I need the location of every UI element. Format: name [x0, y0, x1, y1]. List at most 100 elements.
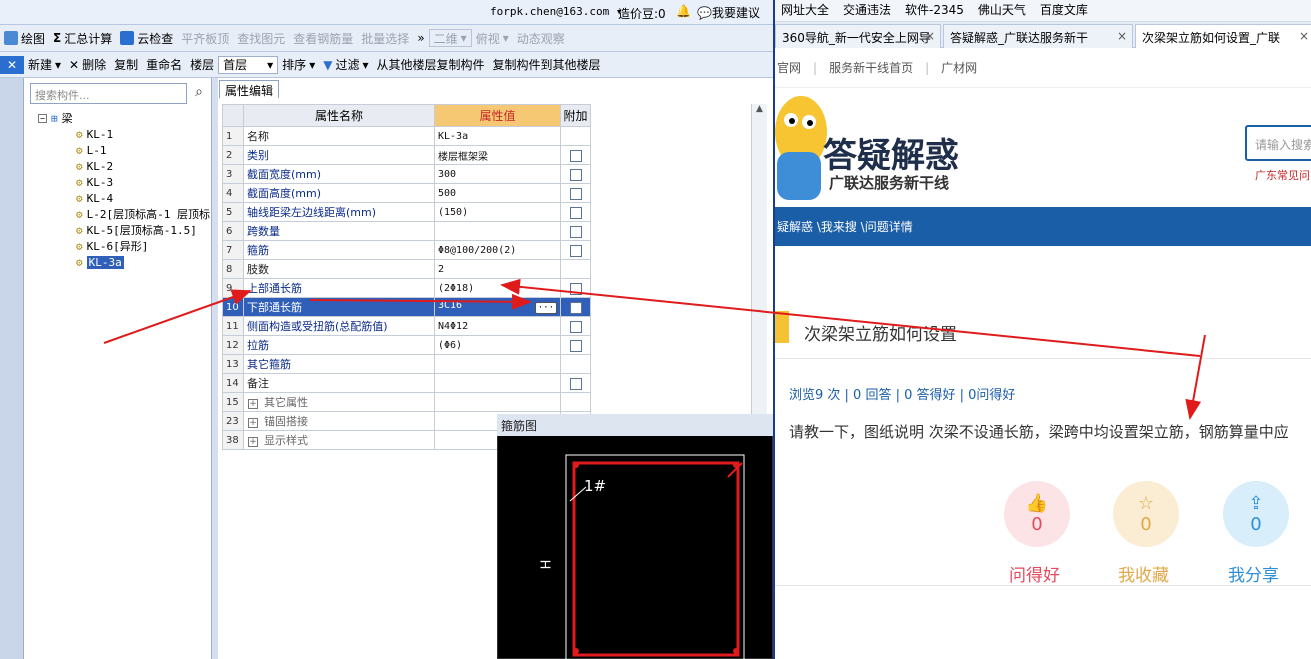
batch-button[interactable]: 批量选择	[357, 27, 413, 49]
property-row[interactable]: 8 肢数 2	[222, 259, 591, 279]
property-row[interactable]: 4 截面高度(mm) 500	[222, 183, 591, 203]
view2d-dropdown[interactable]: 二维 ▾	[428, 29, 472, 47]
property-row[interactable]: 14 备注	[222, 373, 591, 393]
expand-icon[interactable]: +	[248, 437, 258, 447]
collapse-icon[interactable]: −	[38, 113, 47, 123]
tab-property-edit[interactable]: 属性编辑	[219, 80, 279, 98]
extra-checkbox[interactable]	[569, 320, 582, 333]
draw-button[interactable]: 绘图	[0, 27, 49, 49]
sort-button[interactable]: 排序 ▾	[278, 54, 319, 76]
filter-button[interactable]: ▼ 过滤 ▾	[319, 54, 372, 76]
property-value-cell[interactable]: Φ8@100/200(2)	[434, 240, 561, 260]
nav-service[interactable]: 服务新干线首页	[829, 59, 913, 76]
find-button[interactable]: 查找图元	[233, 27, 289, 49]
more-icon[interactable]: »	[413, 27, 428, 49]
close-icon[interactable]: ×	[1117, 29, 1127, 43]
new-button[interactable]: 新建 ▾	[24, 54, 65, 76]
site-search-input[interactable]: 请输入搜索	[1245, 125, 1311, 161]
like-button[interactable]: 👍 0	[1004, 481, 1070, 547]
property-row[interactable]: 13 其它箍筋	[222, 354, 591, 374]
close-icon[interactable]: ×	[1299, 29, 1309, 43]
property-row[interactable]: 2 类别 楼层框架梁	[222, 145, 591, 165]
extra-checkbox[interactable]	[569, 244, 582, 257]
property-row[interactable]: 6 跨数量	[222, 221, 591, 241]
property-value-cell[interactable]	[434, 392, 561, 412]
property-row[interactable]: 15 + 其它属性	[222, 392, 591, 412]
extra-checkbox[interactable]	[569, 187, 582, 200]
bookmark-item[interactable]: 交通违法	[843, 1, 891, 18]
browser-tab[interactable]: 360导航_新一代安全上网导 ×	[775, 24, 941, 48]
delete-button[interactable]: ✕ 删除	[65, 54, 110, 76]
extra-checkbox[interactable]	[569, 168, 582, 181]
tree-item[interactable]: ⚙ L-1	[38, 142, 210, 158]
suggest-link[interactable]: 💬我要建议	[697, 4, 760, 21]
bookmark-item[interactable]: 软件-2345	[905, 1, 964, 18]
copy-from-button[interactable]: 从其他楼层复制构件	[373, 54, 489, 76]
property-value-cell[interactable]: 500	[434, 183, 561, 203]
floor-select[interactable]: 首层 ▾	[218, 55, 279, 74]
favorite-button[interactable]: ☆ 0	[1113, 481, 1179, 547]
property-value-cell[interactable]	[434, 373, 561, 393]
tree-item[interactable]: ⚙ KL-6[异形]	[38, 238, 210, 254]
tree-item[interactable]: ⚙ KL-1	[38, 126, 210, 142]
extra-checkbox[interactable]	[569, 301, 582, 314]
top-view-button[interactable]: 俯视 ▾	[472, 27, 513, 49]
sum-button[interactable]: Σ 汇总计算	[49, 27, 116, 49]
extra-checkbox[interactable]	[569, 225, 582, 238]
property-value-cell[interactable]: (2Φ18)	[434, 278, 561, 298]
property-value-cell[interactable]: KL-3a	[434, 126, 561, 146]
tree-item[interactable]: ⚙ L-2[层顶标高-1 层顶标	[38, 206, 210, 222]
region-link[interactable]: 广东常见问	[1255, 167, 1310, 183]
extra-checkbox[interactable]	[569, 206, 582, 219]
browser-tab[interactable]: 答疑解惑_广联达服务新干 ×	[943, 24, 1133, 48]
tree-item[interactable]: ⚙ KL-5[层顶标高-1.5]	[38, 222, 210, 238]
property-value-cell[interactable]: 300	[434, 164, 561, 184]
property-value-cell[interactable]	[434, 354, 561, 374]
property-row[interactable]: 3 截面宽度(mm) 300	[222, 164, 591, 184]
extra-checkbox[interactable]	[569, 149, 582, 162]
expand-icon[interactable]: +	[248, 399, 258, 409]
property-value-cell[interactable]	[434, 221, 561, 241]
vertical-scrollbar[interactable]: ▲	[751, 104, 767, 414]
property-value-cell[interactable]: N4Φ12	[434, 316, 561, 336]
ellipsis-button[interactable]: ···	[534, 302, 557, 314]
extra-checkbox[interactable]	[569, 377, 582, 390]
tree-item[interactable]: ⚙ KL-3	[38, 174, 210, 190]
property-row[interactable]: 12 拉筋 (Φ6)	[222, 335, 591, 355]
property-row[interactable]: 1 名称 KL-3a	[222, 126, 591, 146]
close-icon[interactable]: ×	[925, 29, 935, 43]
property-value-cell[interactable]: (Φ6)	[434, 335, 561, 355]
browser-tab[interactable]: 次梁架立筋如何设置_广联 ×	[1135, 24, 1311, 48]
extra-checkbox[interactable]	[569, 339, 582, 352]
close-panel-icon[interactable]: ✕	[0, 55, 24, 74]
bookmark-item[interactable]: 百度文库	[1040, 1, 1088, 18]
level-button[interactable]: 平齐板顶	[177, 27, 233, 49]
property-row[interactable]: 9 上部通长筋 (2Φ18)	[222, 278, 591, 298]
property-row[interactable]: 7 箍筋 Φ8@100/200(2)	[222, 240, 591, 260]
expand-icon[interactable]: +	[248, 418, 258, 428]
tree-item[interactable]: ⚙ KL-4	[38, 190, 210, 206]
property-value-cell[interactable]: 3C16 ···	[434, 297, 561, 317]
property-value-cell[interactable]: 楼层框架梁	[434, 145, 561, 165]
share-button[interactable]: ⇪ 0	[1223, 481, 1289, 547]
copy-to-button[interactable]: 复制构件到其他楼层	[489, 54, 605, 76]
extra-checkbox[interactable]	[569, 282, 582, 295]
tree-item[interactable]: ⚙ KL-3a	[38, 254, 210, 270]
tree-item[interactable]: ⚙ KL-2	[38, 158, 210, 174]
bookmark-item[interactable]: 网址大全	[781, 1, 829, 18]
property-value-cell[interactable]: 2	[434, 259, 561, 279]
property-value-cell[interactable]: (150)	[434, 202, 561, 222]
bell-icon[interactable]: 🔔	[676, 4, 691, 18]
view-rebar-button[interactable]: 查看钢筋量	[289, 27, 357, 49]
bookmark-item[interactable]: 佛山天气	[978, 1, 1026, 18]
dynamic-view-button[interactable]: 动态观察	[513, 27, 569, 49]
property-row[interactable]: 10 下部通长筋 3C16 ···	[222, 297, 591, 317]
property-row[interactable]: 5 轴线距梁左边线距离(mm) (150)	[222, 202, 591, 222]
nav-home[interactable]: 官网	[777, 59, 801, 76]
account-dropdown[interactable]: forpk.chen@163.com ▾	[490, 5, 622, 18]
nav-material[interactable]: 广材网	[941, 59, 977, 76]
rename-button[interactable]: 重命名	[142, 54, 186, 76]
breadcrumb-text[interactable]: 疑解惑 \我来搜 \问题详情	[777, 218, 913, 235]
tree-root[interactable]: − ⊞ 梁	[38, 110, 210, 126]
search-icon[interactable]: ⌕	[189, 84, 209, 104]
